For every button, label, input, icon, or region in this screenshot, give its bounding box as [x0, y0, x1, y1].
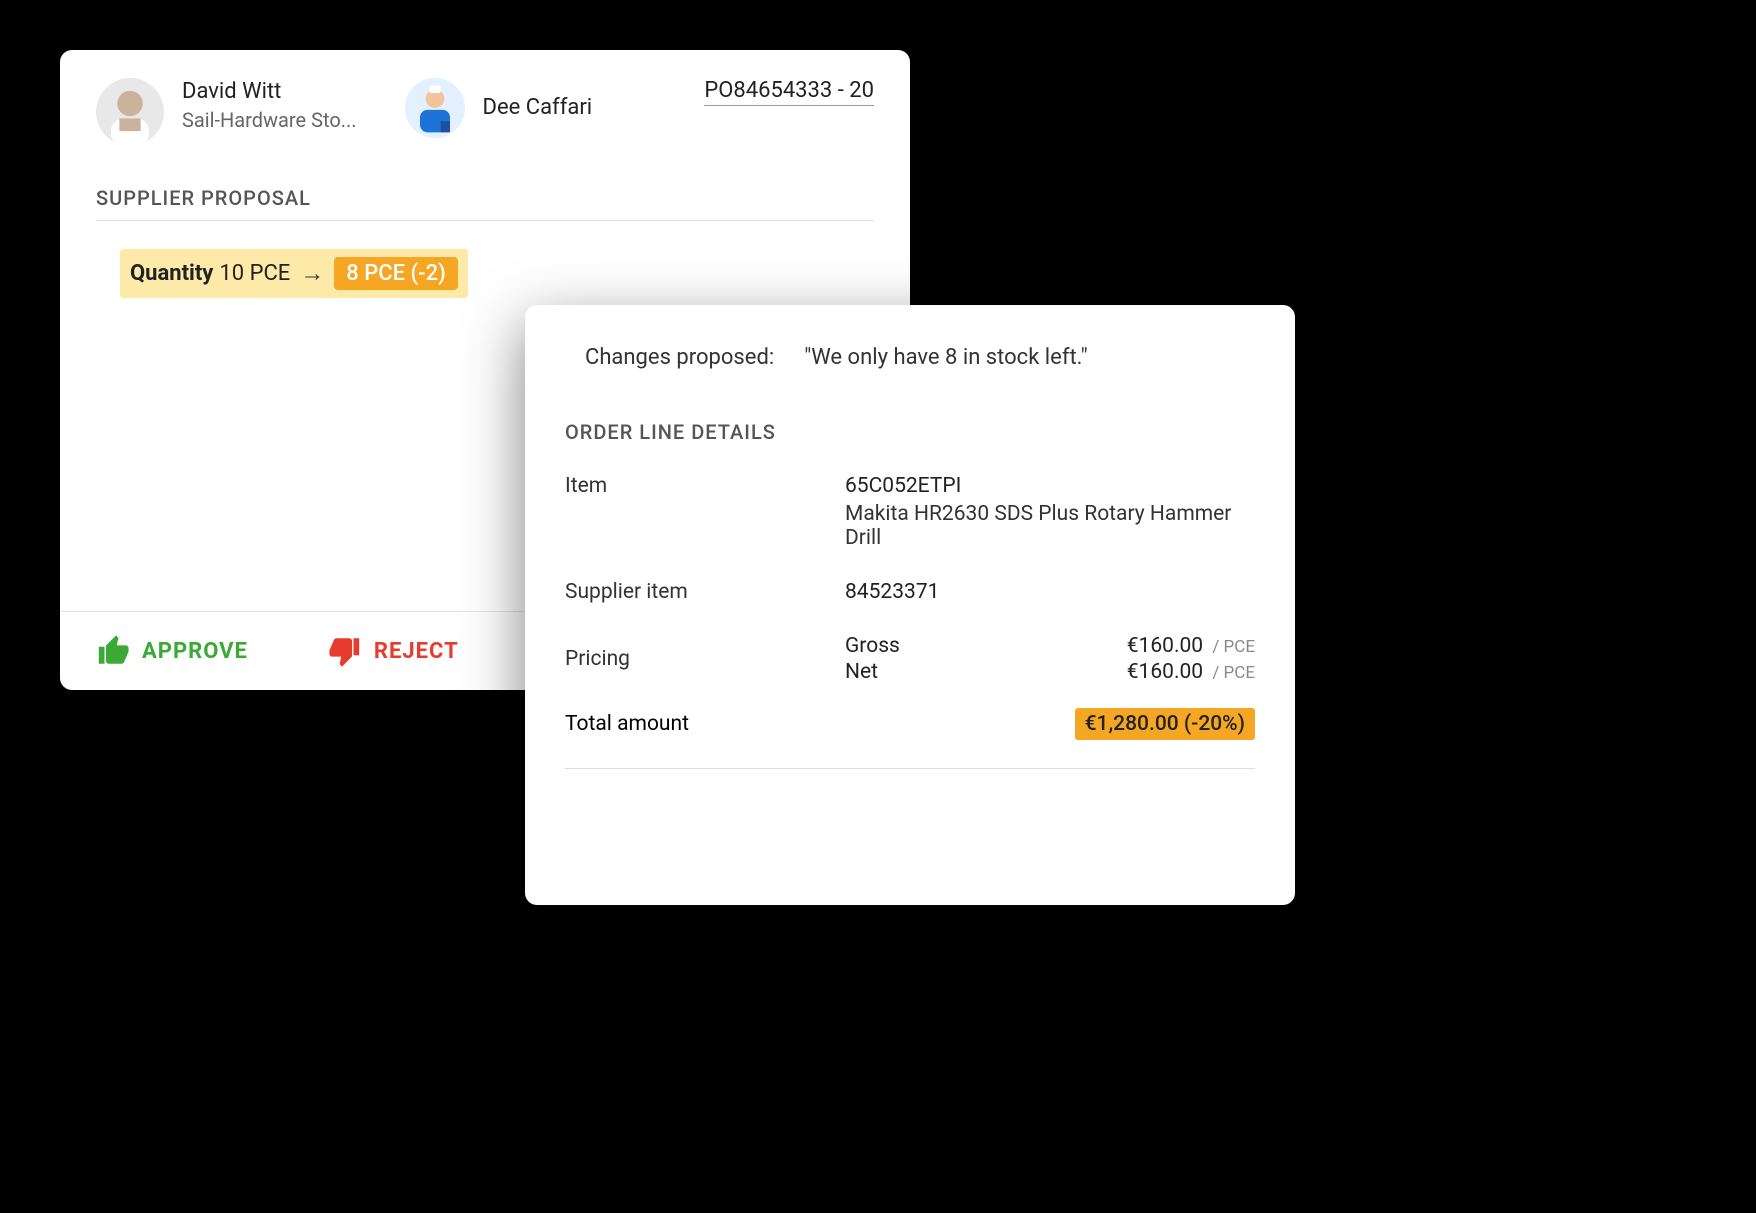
thumbs-down-icon [328, 634, 362, 668]
approve-button[interactable]: APPROVE [96, 634, 248, 668]
reject-label: REJECT [374, 639, 459, 664]
supplier-block: Dee Caffari [405, 78, 593, 138]
changes-label: Changes proposed: [585, 345, 774, 370]
gross-unit: / PCE [1212, 637, 1255, 657]
quantity-new-badge: 8 PCE (-2) [334, 257, 458, 290]
po-number[interactable]: PO84654333 - 20 [704, 78, 874, 106]
pricing-label: Pricing [565, 647, 845, 671]
buyer-info: David Witt Sail-Hardware Sto... [182, 78, 357, 133]
gross-label: Gross [845, 634, 900, 658]
buyer-name: David Witt [182, 78, 357, 107]
net-label: Net [845, 660, 878, 684]
total-amount-badge: €1,280.00 (-20%) [1075, 708, 1255, 740]
reject-button[interactable]: REJECT [328, 634, 459, 668]
proposal-section-title: SUPPLIER PROPOSAL [96, 186, 874, 221]
total-label: Total amount [565, 712, 689, 736]
supplier-item-row: Supplier item 84523371 [525, 574, 1295, 610]
changes-proposed-line: Changes proposed: "We only have 8 in sto… [525, 305, 1295, 410]
item-code: 65C052ETPI [845, 474, 1255, 498]
supplier-item-label: Supplier item [565, 580, 845, 604]
net-line: Net €160.00 / PCE [845, 660, 1255, 684]
order-details-card: Changes proposed: "We only have 8 in sto… [525, 305, 1295, 905]
quantity-old: 10 PCE [219, 261, 290, 286]
approve-label: APPROVE [142, 639, 248, 664]
total-row: Total amount €1,280.00 (-20%) [525, 690, 1295, 740]
net-unit: / PCE [1212, 663, 1255, 683]
item-description: Makita HR2630 SDS Plus Rotary Hammer Dri… [845, 502, 1255, 550]
supplier-item-value: 84523371 [845, 580, 1255, 604]
thumbs-up-icon [96, 634, 130, 668]
buyer-company: Sail-Hardware Sto... [182, 107, 357, 133]
arrow-right-icon: → [300, 259, 324, 288]
card-header: David Witt Sail-Hardware Sto... Dee Caff… [60, 50, 910, 146]
pricing-block: Gross €160.00 / PCE Net €160.00 / PCE [845, 634, 1255, 684]
quantity-change-row: Quantity 10 PCE → 8 PCE (-2) [120, 249, 468, 298]
item-value: 65C052ETPI Makita HR2630 SDS Plus Rotary… [845, 474, 1255, 550]
changes-text: "We only have 8 in stock left." [804, 345, 1088, 370]
gross-value: €160.00 [1127, 634, 1203, 658]
buyer-avatar [96, 78, 164, 146]
net-value: €160.00 [1127, 660, 1203, 684]
order-section-title: ORDER LINE DETAILS [565, 420, 1255, 444]
divider [565, 768, 1255, 769]
supplier-avatar [405, 78, 465, 138]
item-label: Item [565, 474, 845, 550]
supplier-name: Dee Caffari [483, 94, 593, 123]
quantity-label: Quantity [130, 261, 213, 286]
pricing-row: Pricing Gross €160.00 / PCE Net €160.00 … [525, 628, 1295, 690]
item-row: Item 65C052ETPI Makita HR2630 SDS Plus R… [525, 468, 1295, 556]
gross-line: Gross €160.00 / PCE [845, 634, 1255, 658]
